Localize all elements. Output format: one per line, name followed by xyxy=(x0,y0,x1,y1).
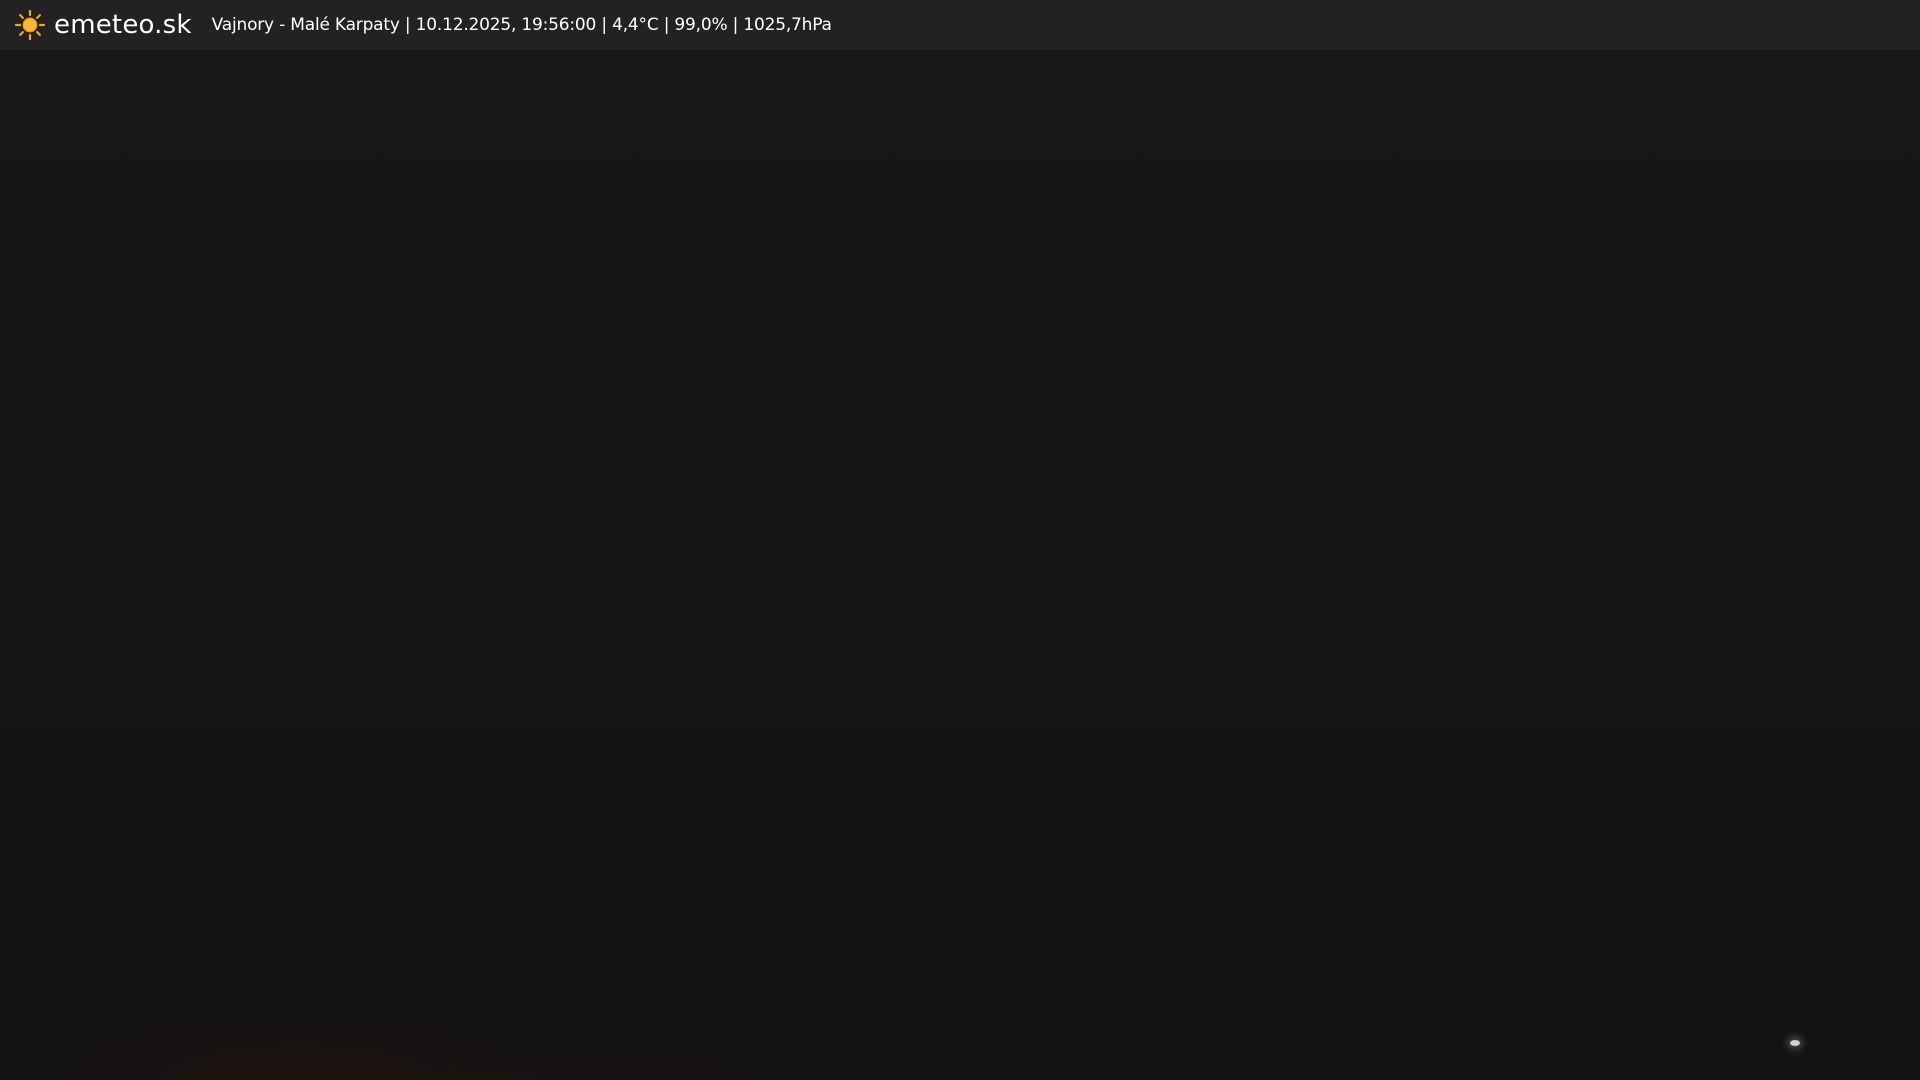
webcam-image xyxy=(0,50,1920,1080)
webcam-viewer: emeteo.sk Vajnory - Malé Karpaty | 10.12… xyxy=(0,0,1920,1080)
header-bar: emeteo.sk Vajnory - Malé Karpaty | 10.12… xyxy=(0,0,1920,50)
distant-light xyxy=(1790,1040,1800,1046)
sun-icon xyxy=(14,9,46,41)
brand-logo-text[interactable]: emeteo.sk xyxy=(54,10,192,40)
station-info: Vajnory - Malé Karpaty | 10.12.2025, 19:… xyxy=(211,15,832,35)
